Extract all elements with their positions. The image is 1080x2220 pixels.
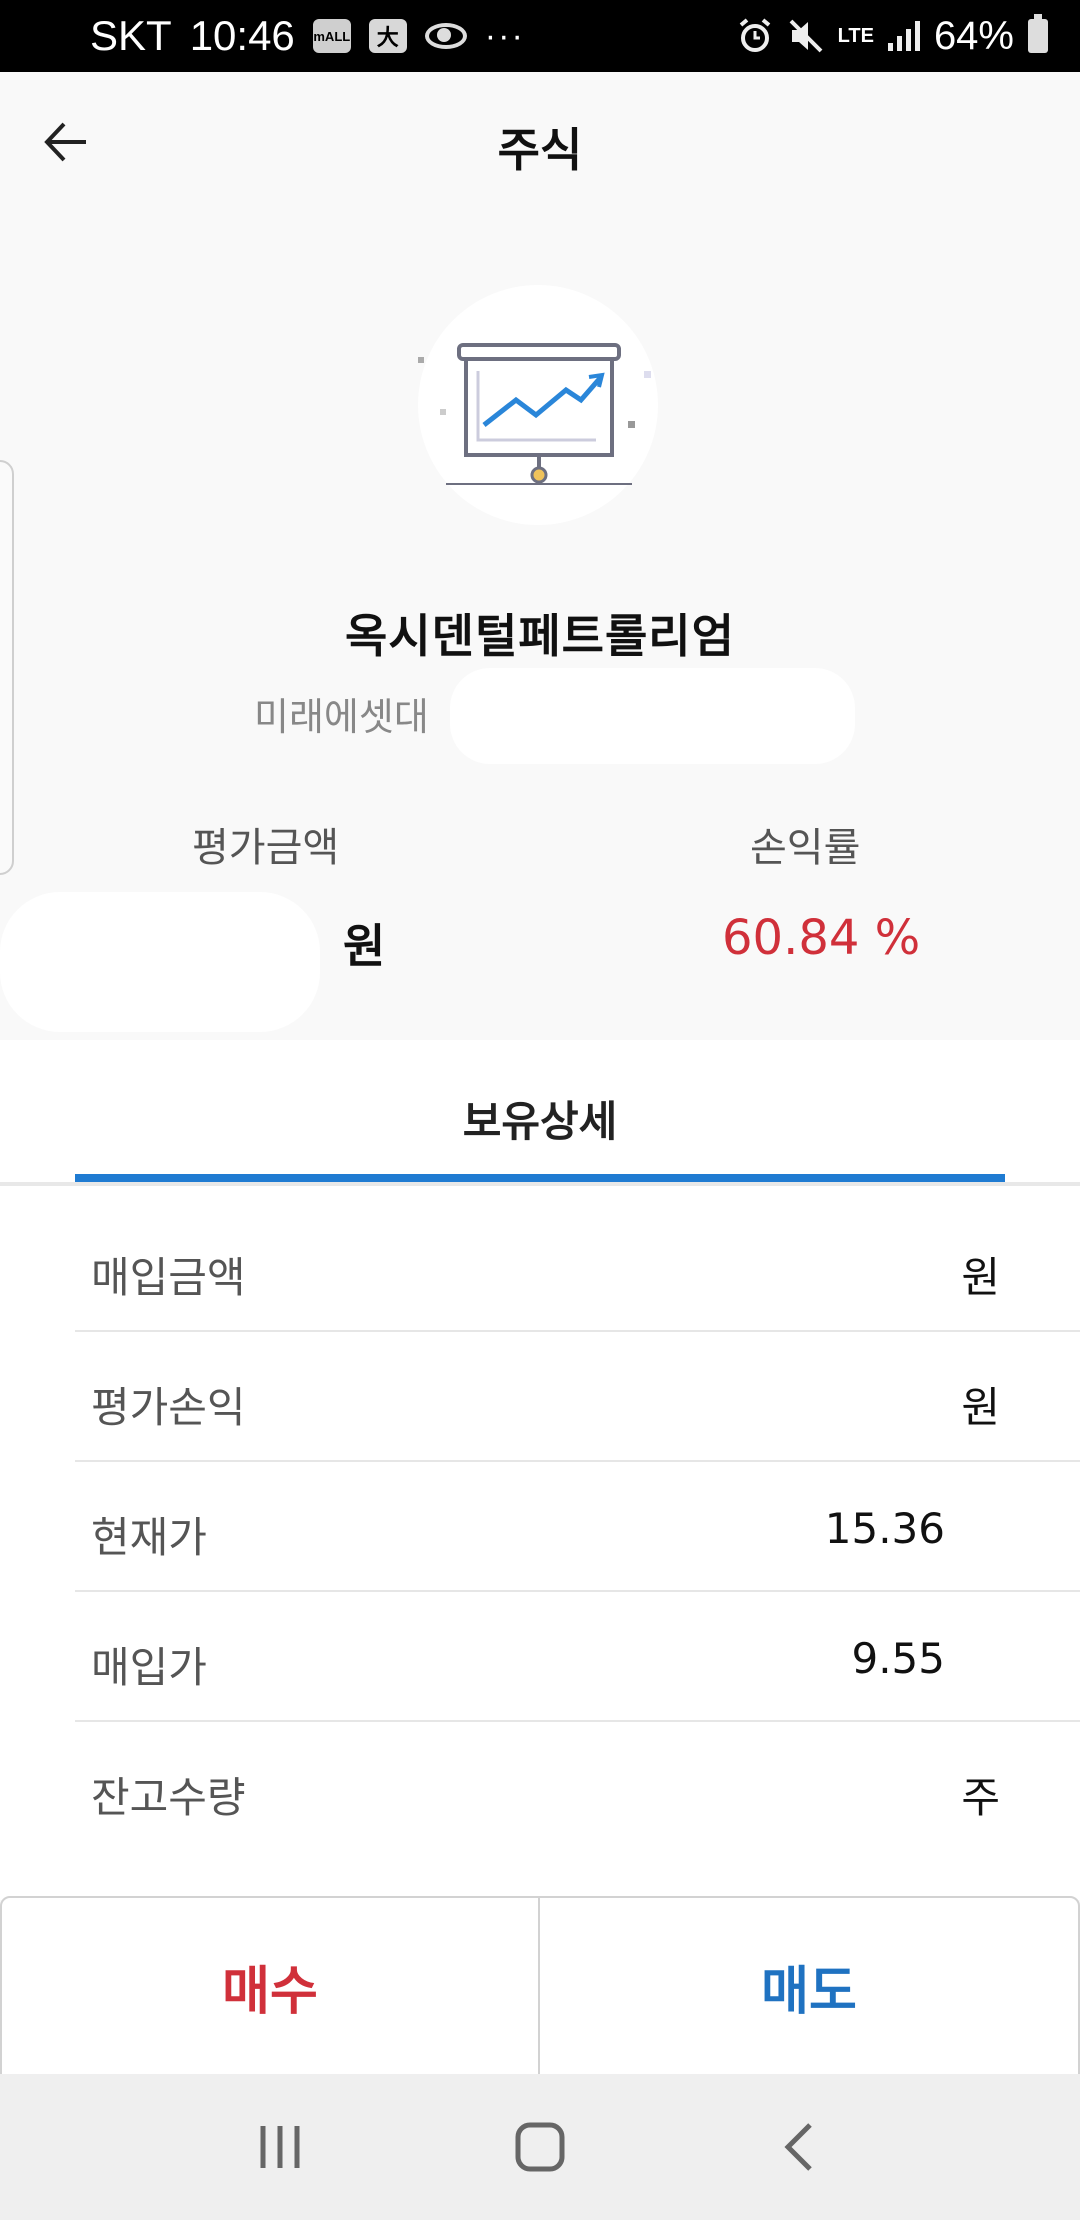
valuation-unit: 원 bbox=[343, 919, 386, 973]
account-name: 미래에셋대 bbox=[254, 695, 429, 739]
edge-panel-handle[interactable] bbox=[0, 460, 14, 875]
row-value: 9.55 bbox=[851, 1634, 945, 1683]
detail-row-purchase-price: 매입가 9.55 bbox=[75, 1592, 1080, 1722]
detail-row-valuation-profit: 평가손익 원 bbox=[75, 1332, 1080, 1462]
redaction-mask bbox=[0, 892, 320, 1032]
row-value: 주 bbox=[961, 1773, 1000, 1822]
status-bar: SKT 10:46 mALL 大 ··· LTE 64% bbox=[0, 0, 1080, 72]
carrier-label: SKT bbox=[90, 12, 172, 59]
profit-rate-value: 60.84 % bbox=[722, 910, 921, 966]
row-value: 15.36 bbox=[824, 1504, 945, 1553]
tab-holding-detail[interactable]: 보유상세 bbox=[0, 1088, 1080, 1149]
row-label: 매입가 bbox=[91, 1643, 207, 1692]
mall-app-icon: mALL bbox=[312, 19, 351, 53]
profit-rate-label: 손익률 bbox=[750, 825, 861, 871]
signal-icon bbox=[887, 21, 920, 51]
detail-row-quantity: 잔고수량 주 bbox=[75, 1722, 1080, 1852]
tab-divider bbox=[0, 1182, 1080, 1186]
network-type: LTE bbox=[837, 25, 874, 47]
row-label: 매입금액 bbox=[91, 1253, 246, 1302]
mute-icon bbox=[789, 19, 823, 53]
row-value: 원 bbox=[961, 1383, 1000, 1432]
buy-button[interactable]: 매수 bbox=[0, 1896, 540, 2076]
home-icon[interactable] bbox=[500, 2112, 580, 2182]
holding-detail-panel: 보유상세 매입금액 원 평가손익 원 현재가 15.36 매입가 9.55 잔고… bbox=[0, 1040, 1080, 1900]
back-icon[interactable] bbox=[760, 2112, 840, 2182]
clock: 10:46 bbox=[189, 12, 295, 59]
saturn-icon bbox=[424, 23, 467, 49]
system-nav-bar bbox=[0, 2074, 1080, 2220]
row-label: 현재가 bbox=[91, 1513, 207, 1562]
tab-indicator bbox=[75, 1174, 1005, 1182]
page-title: 주식 bbox=[497, 123, 583, 177]
row-label: 평가손익 bbox=[91, 1383, 246, 1432]
alarm-icon bbox=[739, 18, 770, 52]
stock-name: 옥시덴털페트롤리엄 bbox=[345, 609, 735, 663]
recent-apps-icon[interactable] bbox=[240, 2112, 320, 2182]
row-value: 원 bbox=[961, 1253, 1000, 1302]
valuation-label: 평가금액 bbox=[192, 825, 340, 871]
redaction-mask bbox=[450, 668, 855, 764]
row-label: 잔고수량 bbox=[91, 1773, 246, 1822]
sell-button[interactable]: 매도 bbox=[538, 1896, 1080, 2076]
detail-row-purchase-amount: 매입금액 원 bbox=[75, 1202, 1080, 1332]
detail-row-current-price: 현재가 15.36 bbox=[75, 1462, 1080, 1592]
more-notifications-icon: ··· bbox=[484, 16, 525, 55]
dictionary-icon: 大 bbox=[368, 19, 407, 53]
battery-icon bbox=[1028, 14, 1048, 53]
app-header: 주식 bbox=[0, 72, 1080, 222]
battery-percent: 64% bbox=[933, 13, 1014, 58]
stock-chart-icon bbox=[418, 285, 658, 525]
